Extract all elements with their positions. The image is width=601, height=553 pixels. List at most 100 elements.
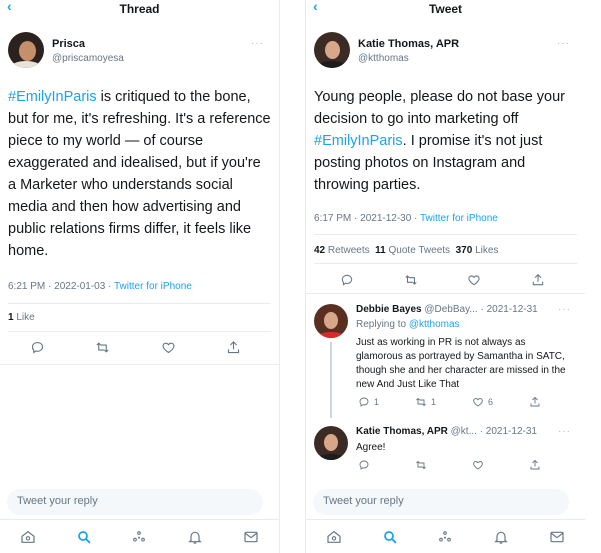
- thread-panel: ‹ Thread Prisca @priscamoyesa ··· #Emily…: [0, 0, 280, 553]
- thread-line: [330, 342, 332, 418]
- avatar[interactable]: [314, 32, 350, 68]
- divider: [314, 234, 577, 235]
- author-handle[interactable]: @ktthomas: [358, 53, 409, 64]
- reply-input[interactable]: Tweet your reply: [313, 489, 569, 515]
- retweets-label: Retweets: [327, 245, 370, 256]
- divider: [314, 263, 577, 264]
- hashtag-link[interactable]: #EmilyInParis: [314, 133, 403, 149]
- more-icon[interactable]: ···: [557, 38, 570, 49]
- heart-icon[interactable]: [467, 273, 481, 287]
- retweets-stat[interactable]: 42 Retweets: [314, 245, 370, 256]
- share-icon[interactable]: [226, 340, 241, 355]
- quotes-count: 11: [375, 245, 386, 256]
- messages-icon[interactable]: [237, 523, 265, 551]
- avatar[interactable]: [314, 304, 348, 338]
- likes-label: Likes: [475, 245, 499, 256]
- likes-count: 370: [455, 245, 473, 256]
- spaces-icon[interactable]: [125, 523, 153, 551]
- source-link[interactable]: Twitter for iPhone: [114, 281, 192, 292]
- reply-icon[interactable]: [30, 340, 45, 355]
- reply-text: Just as working in PR is not always as g…: [356, 337, 566, 390]
- heart-icon[interactable]: [472, 459, 484, 471]
- reply-icon[interactable]: [358, 459, 370, 471]
- reply-author-handle[interactable]: @DebBay...: [424, 304, 477, 315]
- quotes-label: Quote Tweets: [388, 245, 451, 256]
- avatar[interactable]: [314, 426, 348, 460]
- author-name[interactable]: Prisca: [52, 38, 85, 50]
- timestamp: 6:17 PM · 2021-12-30 ·: [314, 213, 420, 224]
- tweet-actions: [340, 273, 545, 287]
- notifications-icon[interactable]: [181, 523, 209, 551]
- likes-label: Like: [16, 312, 35, 323]
- replying-prefix: Replying to: [356, 319, 409, 330]
- like-count: 6: [488, 397, 494, 407]
- reply-date: · 2021-12-31: [479, 426, 537, 437]
- reply-actions: 1 1 6: [358, 396, 541, 408]
- home-icon[interactable]: [14, 523, 42, 551]
- reply-icon[interactable]: 1: [358, 396, 379, 408]
- spaces-icon[interactable]: [431, 523, 459, 551]
- retweets-count: 42: [314, 245, 326, 256]
- reply-header: Katie Thomas, APR @kt... · 2021-12-31: [356, 426, 537, 437]
- top-bar: ‹ Tweet: [306, 0, 585, 18]
- reply-count: 1: [374, 397, 380, 407]
- reply-input[interactable]: Tweet your reply: [7, 489, 263, 515]
- tweet-meta: 6:21 PM · 2022-01-03 · Twitter for iPhon…: [8, 281, 192, 292]
- retweet-icon[interactable]: [404, 273, 418, 287]
- divider: [8, 303, 271, 304]
- search-icon[interactable]: [70, 523, 98, 551]
- retweet-icon[interactable]: [415, 459, 427, 471]
- likes-stat[interactable]: 370 Likes: [456, 245, 499, 256]
- share-icon[interactable]: [529, 396, 541, 408]
- tweet-body: Young people, please do not base your de…: [314, 89, 566, 127]
- reply-header: Debbie Bayes @DebBay... · 2021-12-31: [356, 304, 538, 315]
- tweet-text: Young people, please do not base your de…: [314, 86, 580, 196]
- engagement-stats: 42 Retweets 11 Quote Tweets 370 Likes: [314, 245, 498, 256]
- reply-icon[interactable]: [340, 273, 354, 287]
- replying-to: Replying to @ktthomas: [356, 319, 460, 330]
- tweet-actions: [30, 340, 241, 355]
- top-bar: ‹ Thread: [0, 0, 279, 18]
- more-icon[interactable]: ···: [558, 426, 571, 437]
- retweet-count: 1: [431, 397, 437, 407]
- timestamp: 6:21 PM · 2022-01-03 ·: [8, 281, 114, 292]
- heart-icon[interactable]: [161, 340, 176, 355]
- likes-count: 1: [8, 312, 14, 323]
- reply-tweet[interactable]: Debbie Bayes @DebBay... · 2021-12-31 ···…: [306, 300, 585, 418]
- replying-to-link[interactable]: @ktthomas: [409, 319, 460, 330]
- tweet-text: #EmilyInParis is critiqued to the bone, …: [8, 86, 272, 262]
- hashtag-link[interactable]: #EmilyInParis: [8, 89, 97, 105]
- reply-author-name[interactable]: Katie Thomas, APR: [356, 426, 448, 437]
- author-name[interactable]: Katie Thomas, APR: [358, 38, 459, 50]
- messages-icon[interactable]: [543, 523, 571, 551]
- divider: [8, 331, 271, 332]
- retweet-icon[interactable]: 1: [415, 396, 436, 408]
- author-handle[interactable]: @priscamoyesa: [52, 53, 124, 64]
- home-icon[interactable]: [320, 523, 348, 551]
- retweet-icon[interactable]: [95, 340, 110, 355]
- more-icon[interactable]: ···: [558, 304, 571, 315]
- reply-date: · 2021-12-31: [480, 304, 538, 315]
- heart-icon[interactable]: 6: [472, 396, 493, 408]
- avatar[interactable]: [8, 32, 44, 68]
- tweet-meta: 6:17 PM · 2021-12-30 · Twitter for iPhon…: [314, 213, 498, 224]
- divider: [0, 364, 279, 365]
- bottom-nav: [306, 519, 585, 553]
- source-link[interactable]: Twitter for iPhone: [420, 213, 498, 224]
- notifications-icon[interactable]: [487, 523, 515, 551]
- share-icon[interactable]: [529, 459, 541, 471]
- reply-author-name[interactable]: Debbie Bayes: [356, 304, 422, 315]
- divider: [306, 293, 585, 294]
- share-icon[interactable]: [531, 273, 545, 287]
- more-icon[interactable]: ···: [251, 38, 264, 49]
- tweet-panel: ‹ Tweet Katie Thomas, APR @ktthomas ··· …: [305, 0, 585, 553]
- reply-tweet[interactable]: Katie Thomas, APR @kt... · 2021-12-31 ··…: [306, 422, 585, 476]
- search-icon[interactable]: [376, 523, 404, 551]
- tweet-body: is critiqued to the bone, but for me, it…: [8, 89, 271, 259]
- quotes-stat[interactable]: 11 Quote Tweets: [375, 245, 450, 256]
- page-title: Thread: [119, 2, 160, 16]
- page-title: Tweet: [428, 2, 463, 16]
- likes-stat[interactable]: 1 Like: [8, 312, 35, 323]
- reply-author-handle[interactable]: @kt...: [451, 426, 477, 437]
- reply-actions: [358, 459, 541, 471]
